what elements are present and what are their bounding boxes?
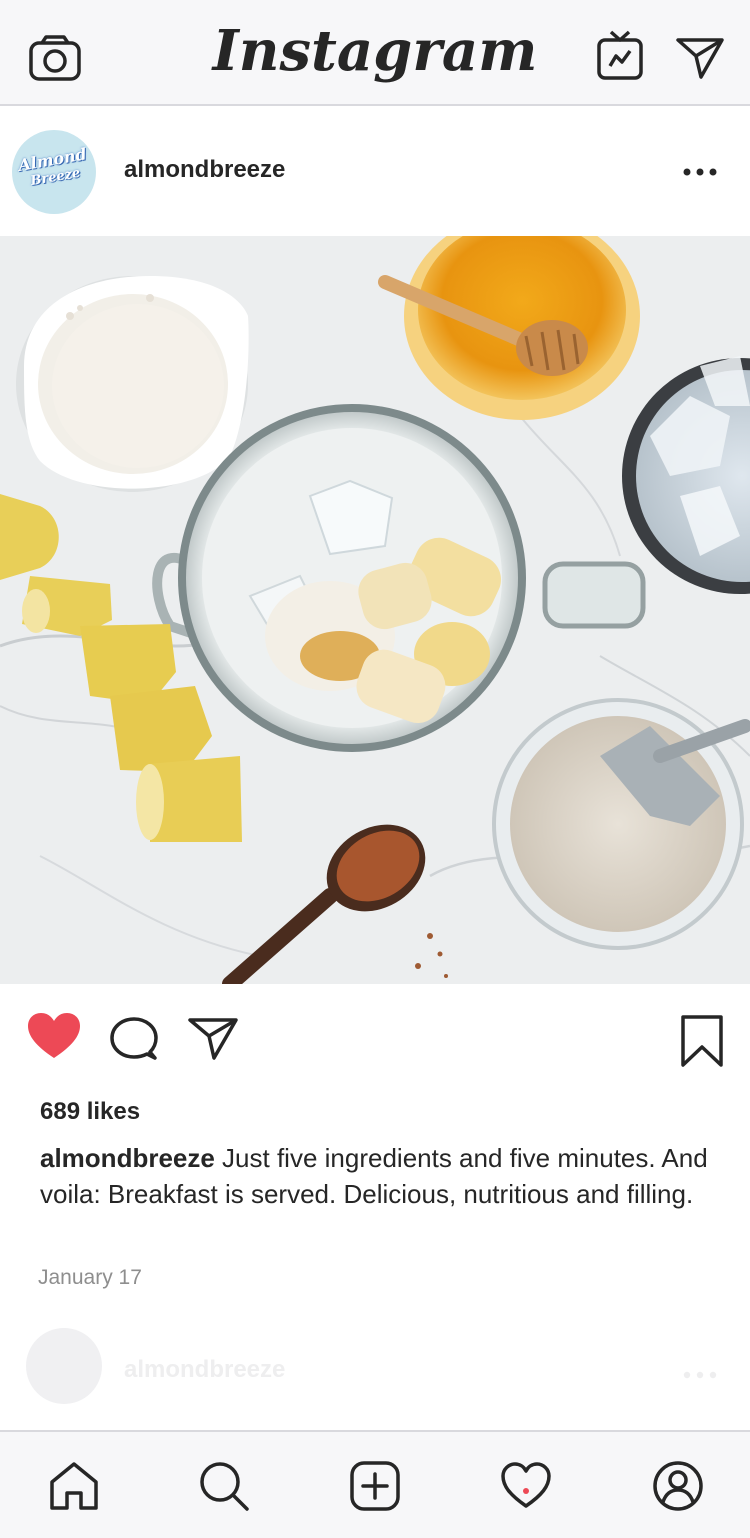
post-actions xyxy=(0,984,750,1084)
next-post-username[interactable]: almondbreeze xyxy=(124,1356,285,1384)
profile-icon[interactable] xyxy=(652,1460,704,1512)
next-post-avatar[interactable] xyxy=(26,1328,102,1404)
smoothie-ingredients-image xyxy=(0,236,750,984)
caption-username[interactable]: almondbreeze xyxy=(40,1143,215,1173)
post-date: January 17 xyxy=(38,1266,142,1289)
next-post-header: almondbreeze xyxy=(0,1320,750,1420)
next-post-more-icon[interactable] xyxy=(682,1370,718,1380)
bottom-navigation xyxy=(0,1430,750,1538)
avatar[interactable]: Almond Breeze xyxy=(12,130,96,214)
top-bar: Instagram xyxy=(0,0,750,106)
like-heart-icon[interactable] xyxy=(26,1012,82,1062)
more-options-icon[interactable] xyxy=(682,166,718,178)
home-icon[interactable] xyxy=(48,1460,100,1512)
comment-icon[interactable] xyxy=(110,1016,158,1062)
avatar-logo: Almond Breeze xyxy=(12,144,96,193)
direct-message-icon[interactable] xyxy=(676,36,724,80)
activity-notification-dot xyxy=(523,1488,529,1494)
likes-count[interactable]: 689 likes xyxy=(40,1098,140,1126)
add-post-icon[interactable] xyxy=(349,1460,401,1512)
bookmark-icon[interactable] xyxy=(680,1014,724,1068)
search-icon[interactable] xyxy=(198,1460,250,1512)
share-icon[interactable] xyxy=(188,1016,238,1060)
post-caption: almondbreeze Just five ingredients and f… xyxy=(40,1140,730,1212)
activity-heart-icon[interactable] xyxy=(500,1460,552,1512)
post-header: Almond Breeze almondbreeze xyxy=(0,108,750,236)
post-photo[interactable] xyxy=(0,236,750,984)
post-username[interactable]: almondbreeze xyxy=(124,156,285,184)
igtv-icon[interactable] xyxy=(596,30,644,82)
